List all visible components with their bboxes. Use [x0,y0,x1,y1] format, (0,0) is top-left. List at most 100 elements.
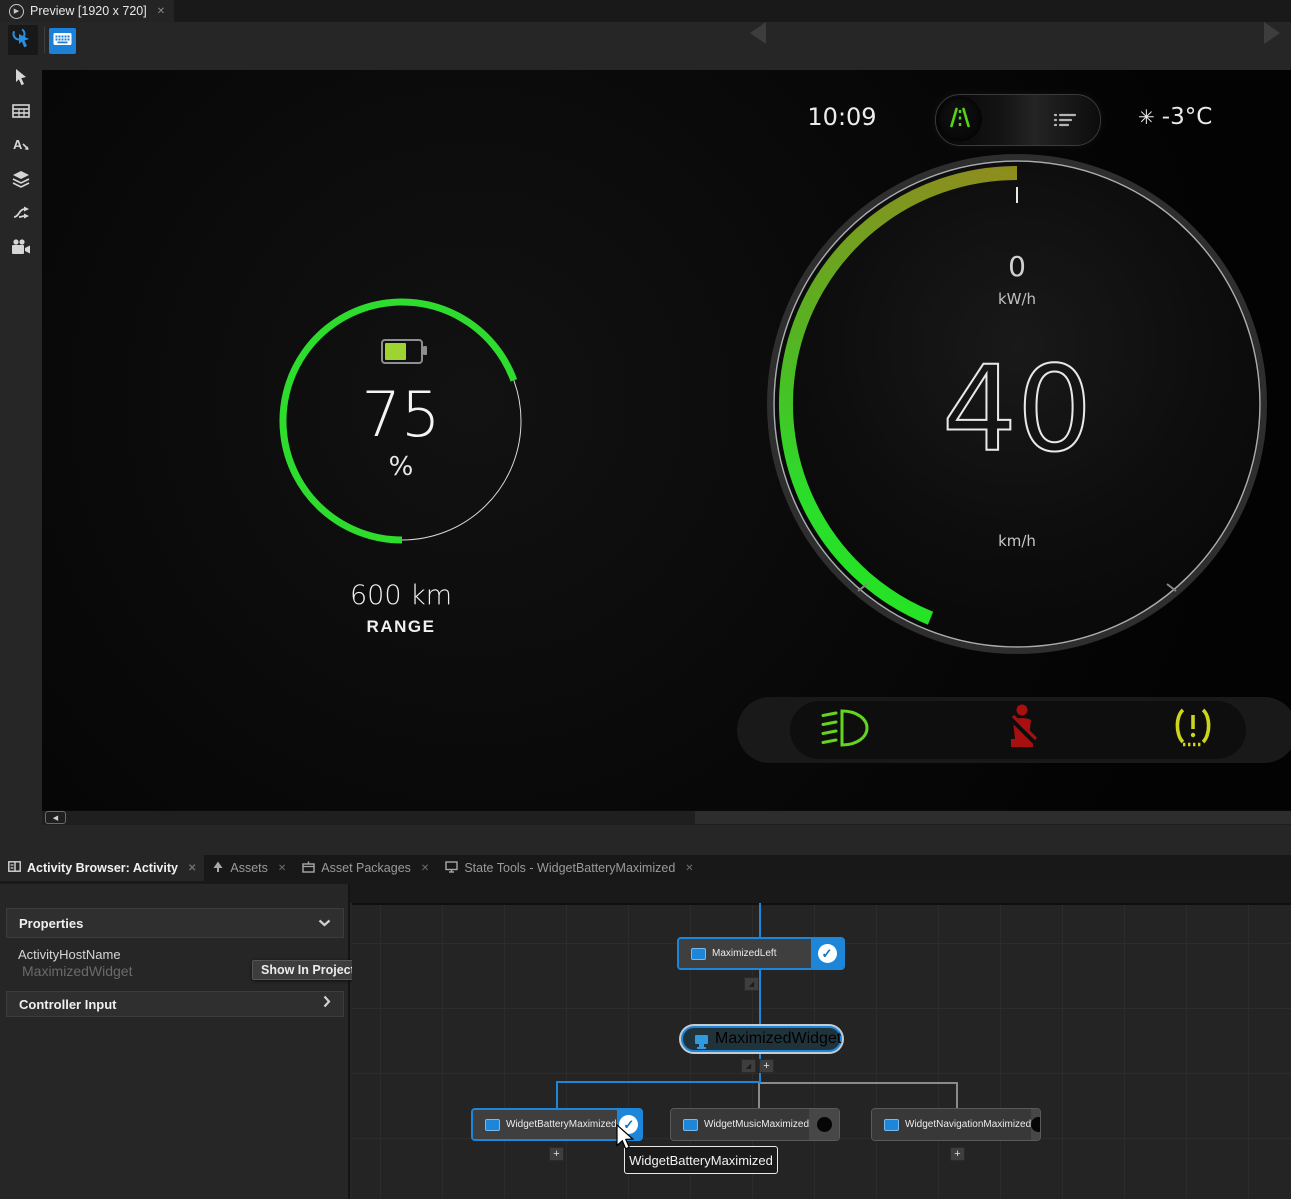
node-maximizedleft[interactable]: MaximizedLeft ✓ [677,937,845,970]
window-tab-bar: ▶ Preview [1920 x 720] ✕ [0,0,1291,22]
cursor-click-icon [11,26,35,55]
node-label: MaximizedWidget [715,1030,841,1048]
text-tool-icon[interactable]: A [10,134,32,156]
radio-dot-icon [817,1117,832,1132]
tooltip-text: WidgetBatteryMaximized [629,1153,773,1168]
close-icon[interactable]: ✕ [421,863,429,874]
play-icon: ▶ [9,4,24,19]
node-label: WidgetBatteryMaximized [506,1119,617,1130]
edge-to-battery [556,1081,558,1108]
preview-toolbar [0,22,1291,70]
range-label: RANGE [301,617,501,637]
close-icon[interactable]: ✕ [157,6,165,17]
camera-icon[interactable] [10,236,32,258]
add-state-button[interactable]: + [549,1147,564,1161]
power-unit: kW/h [998,290,1036,308]
battery-percent-unit: % [321,452,481,482]
node-widgetmusicmaximized[interactable]: WidgetMusicMaximized [670,1108,840,1141]
tab-label: Activity Browser: Activity [27,861,178,875]
panel-tab-bar: Activity Browser: Activity ✕ Assets ✕ As… [0,855,1291,881]
edge-branch-gray [758,1082,958,1084]
field-value-maximizedwidget: MaximizedWidget [22,963,132,979]
node-active-toggle[interactable]: ✓ [811,939,843,968]
widget-icon [884,1119,899,1131]
close-icon[interactable]: ✕ [278,863,286,874]
expand-corner-button[interactable]: ◢ [744,977,759,991]
cluster-clock: 10:09 [806,103,878,131]
tab-label: Assets [230,861,268,875]
properties-header-label: Properties [19,916,83,931]
expand-corner-button[interactable]: ◢ [741,1059,756,1073]
properties-section-header[interactable]: Properties [6,908,344,938]
toolbar-divider [44,27,45,53]
battery-percent-value: 75 [321,378,481,451]
node-label: WidgetNavigationMaximized [905,1119,1031,1130]
radio-dot-icon [1031,1117,1041,1132]
cursor-mode-button[interactable] [8,25,38,55]
monitor-icon [695,1035,708,1044]
range-value: 600 km [301,580,501,611]
list-mode-icon [1053,111,1077,134]
toggle-knob[interactable] [938,97,982,141]
show-in-project-button[interactable]: Show In Project [252,960,364,980]
node-widgetnavigationmaximized[interactable]: WidgetNavigationMaximized [871,1108,1041,1141]
close-icon[interactable]: ✕ [685,863,693,874]
seatbelt-warning-icon [1003,703,1039,758]
node-inactive-toggle[interactable] [1031,1109,1041,1140]
preview-tab-title: Preview [1920 x 720] [30,4,147,18]
tab-label: State Tools - WidgetBatteryMaximized [464,861,675,875]
asset-packages-icon [302,861,315,876]
add-state-button[interactable]: + [950,1147,965,1161]
tire-pressure-warning-icon [1170,705,1216,756]
side-tool-column: A [0,58,42,810]
scrollbar-left-button[interactable]: ◀ [45,811,66,824]
speedometer-dial: 0 kW/h 40 km/h [767,154,1267,654]
layers-icon[interactable] [10,168,32,190]
keyboard-icon [53,32,72,51]
activity-browser-icon [8,861,21,875]
scrollbar-thumb[interactable] [695,811,1291,824]
chevron-right-icon [323,995,331,1013]
controller-input-section-header[interactable]: Controller Input [6,991,344,1017]
node-label: MaximizedLeft [712,948,776,959]
assets-icon [212,861,224,876]
speed-unit: km/h [998,532,1036,550]
edge-branch-blue [556,1081,761,1083]
tab-assets[interactable]: Assets ✕ [204,855,294,881]
edge-root-top [759,903,761,937]
chevron-down-icon [318,914,331,932]
carousel-right-arrow[interactable] [1264,22,1280,44]
field-label-activityhostname: ActivityHostName [18,947,121,962]
drive-mode-toggle[interactable] [935,94,1101,146]
edge-to-music [758,1082,760,1108]
node-label: WidgetMusicMaximized [704,1119,809,1130]
flow-connections-icon[interactable] [10,202,32,224]
battery-icon [381,339,423,364]
add-state-button[interactable]: + [759,1059,774,1073]
headlight-icon [820,706,872,755]
edge-root-to-widget [759,970,761,1026]
close-icon[interactable]: ✕ [188,863,196,874]
node-tooltip: WidgetBatteryMaximized [624,1146,778,1174]
mouse-cursor [616,1124,636,1157]
tab-state-tools[interactable]: State Tools - WidgetBatteryMaximized ✕ [437,855,701,881]
table-view-icon[interactable] [10,100,32,122]
snowflake-icon: ✳ [1138,105,1155,130]
tab-label: Asset Packages [321,861,411,875]
node-maximizedwidget[interactable]: MaximizedWidget [681,1026,842,1052]
widget-icon [485,1119,500,1131]
select-tool-icon[interactable] [10,66,32,88]
speed-value: 40 [942,340,1092,478]
scroll-left-icon: ◀ [53,814,58,822]
svg-text:A: A [13,137,23,152]
node-inactive-toggle[interactable] [809,1109,839,1140]
carousel-left-arrow[interactable] [750,22,766,44]
keyboard-button[interactable] [49,28,76,54]
tab-activity-browser[interactable]: Activity Browser: Activity ✕ [0,855,204,881]
warning-icons-strip [790,701,1246,759]
tab-preview[interactable]: ▶ Preview [1920 x 720] ✕ [0,0,174,22]
tab-asset-packages[interactable]: Asset Packages ✕ [294,855,437,881]
edge-to-navigation [956,1082,958,1108]
temperature-value: -3°C [1162,104,1213,130]
check-icon: ✓ [818,944,837,963]
